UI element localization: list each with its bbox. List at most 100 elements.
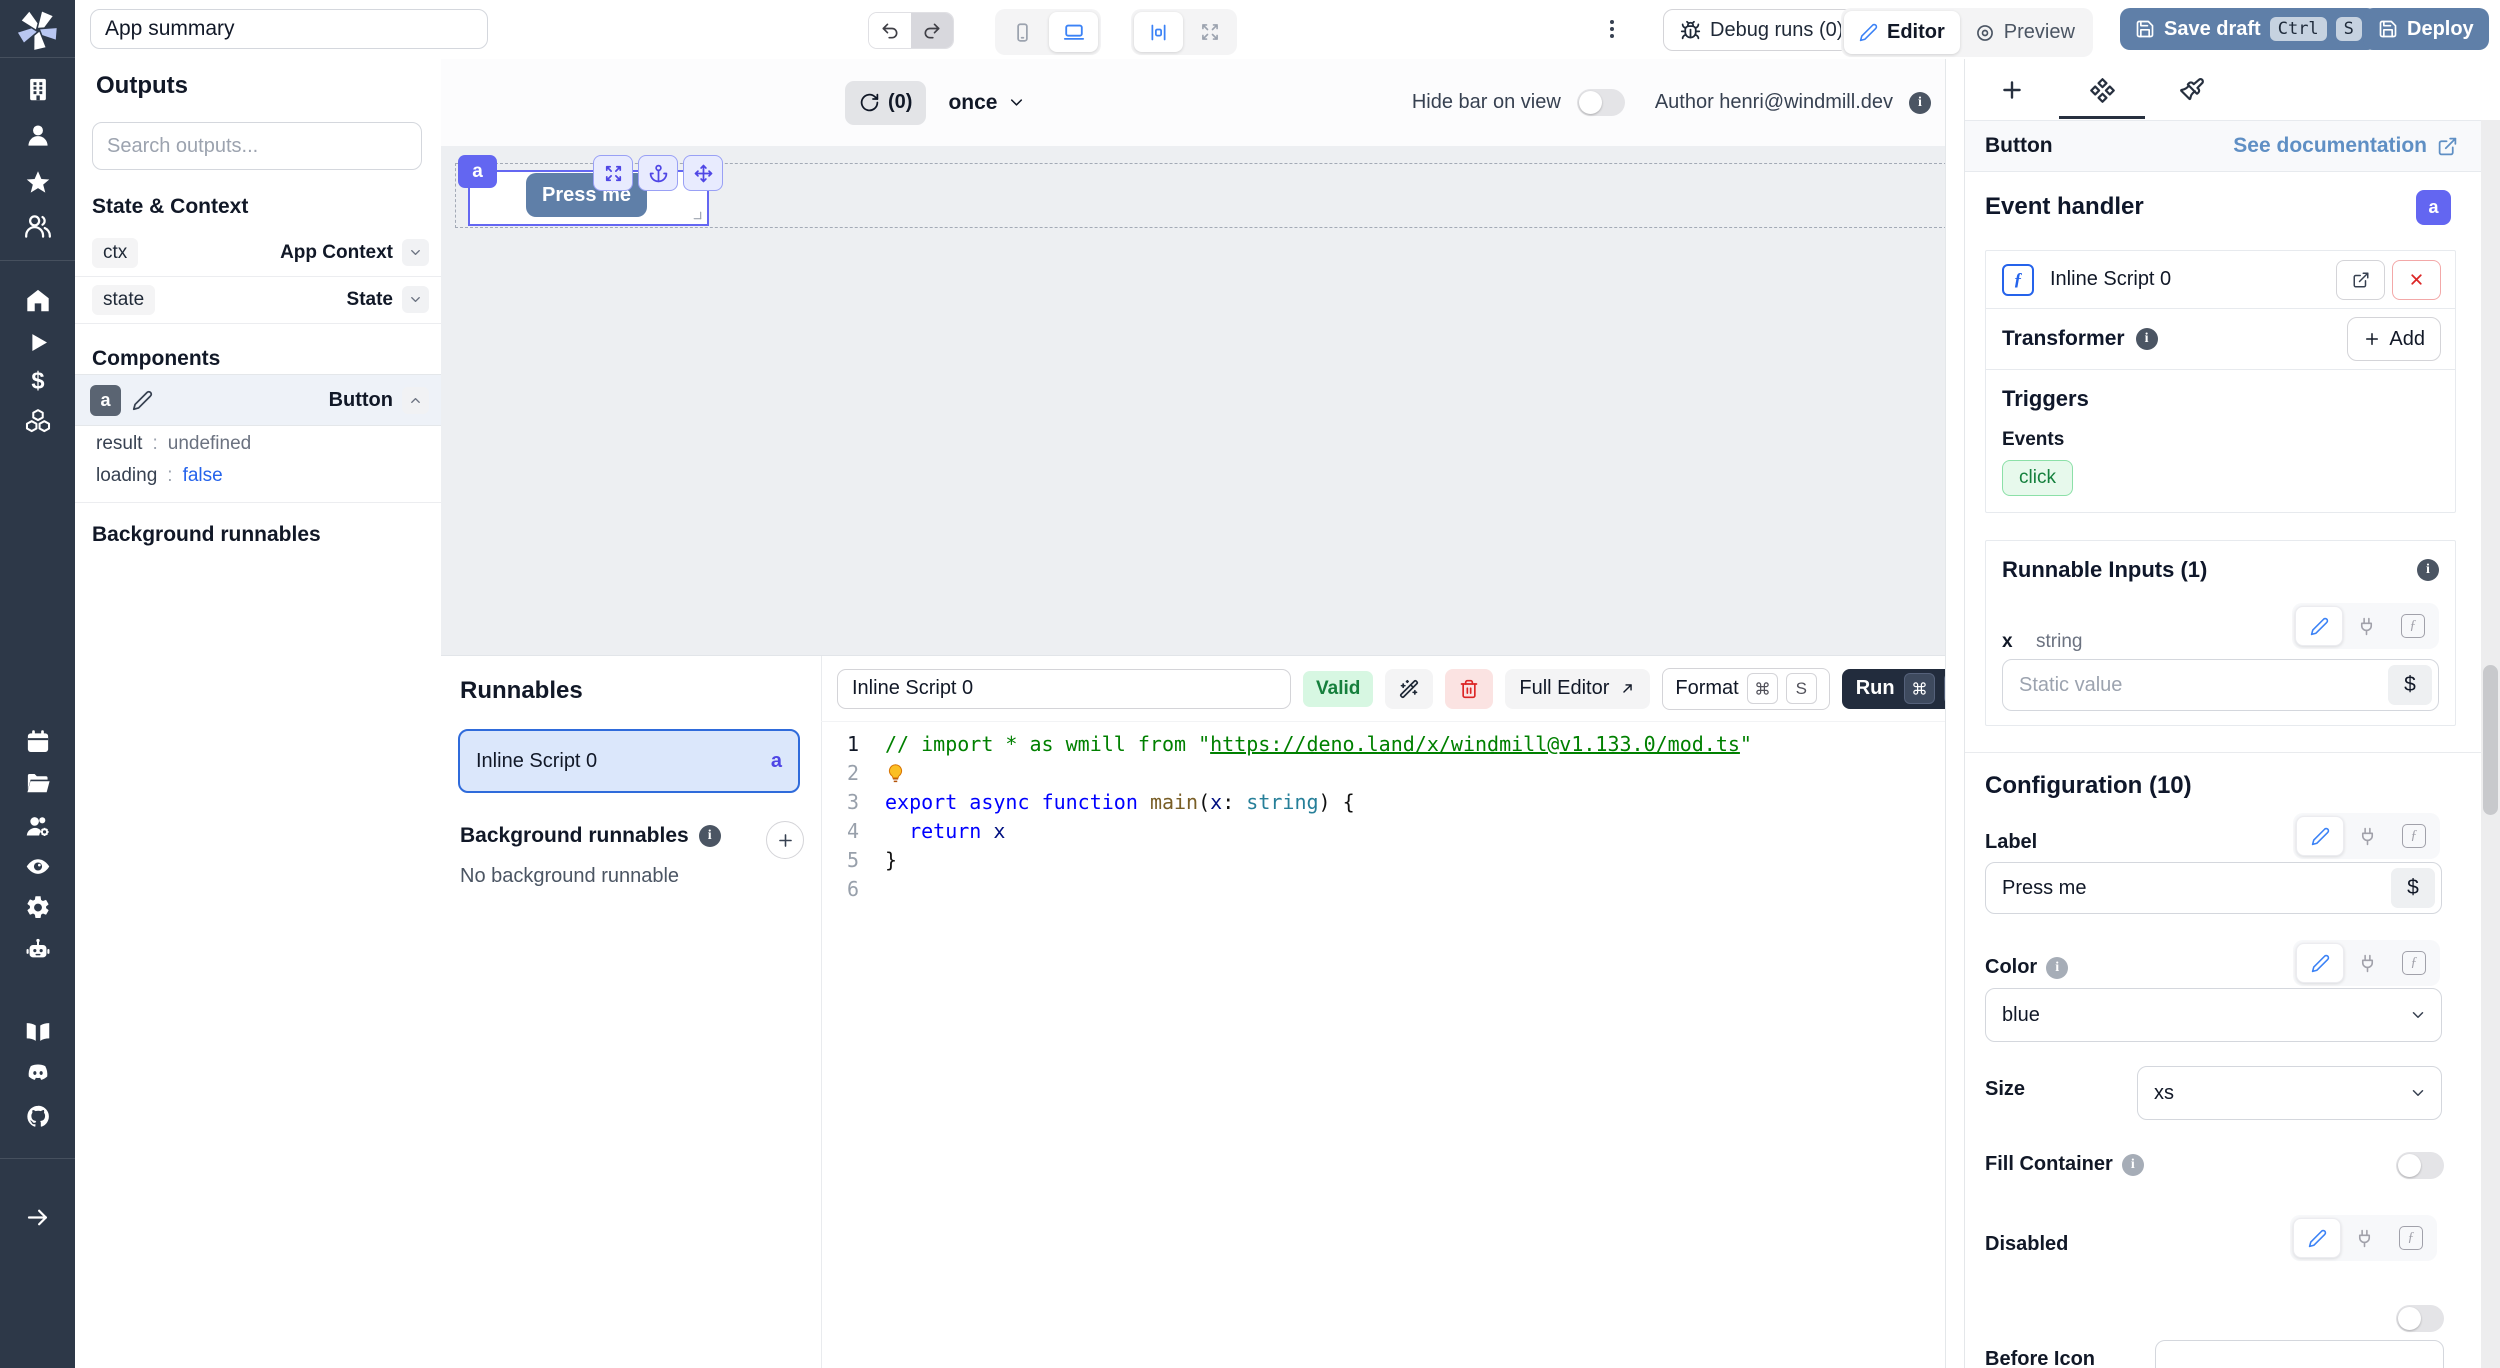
- label-value: Press me: [2002, 877, 2086, 900]
- redo-button[interactable]: [911, 13, 953, 48]
- see-documentation-link[interactable]: See documentation: [2233, 134, 2458, 158]
- expression-mode-button[interactable]: ƒ: [2391, 816, 2437, 856]
- hide-bar-toggle[interactable]: [1577, 89, 1625, 116]
- deploy-button[interactable]: Deploy: [2363, 8, 2489, 50]
- open-script-button[interactable]: [2336, 260, 2385, 300]
- tab-component-settings-active[interactable]: [2079, 67, 2125, 113]
- save-draft-button[interactable]: Save draft Ctrl S: [2120, 8, 2377, 50]
- windmill-logo-icon[interactable]: [16, 8, 60, 57]
- command-icon: [1912, 681, 1927, 696]
- runs-play-icon[interactable]: [24, 329, 51, 361]
- connect-mode-button[interactable]: [2341, 1218, 2387, 1258]
- resources-boxes-icon[interactable]: [24, 407, 51, 434]
- author-info-icon[interactable]: i: [1909, 92, 1931, 114]
- format-button[interactable]: Format S: [1662, 668, 1829, 710]
- favorites-star-icon[interactable]: [24, 169, 51, 201]
- result-row: result : undefined: [96, 433, 251, 455]
- static-value-field[interactable]: Static value $: [2002, 659, 2439, 711]
- github-icon[interactable]: [24, 1103, 51, 1135]
- ctx-row[interactable]: ctx App Context: [75, 229, 441, 277]
- disabled-toggle[interactable]: [2396, 1305, 2444, 1332]
- color-info-icon[interactable]: i: [2046, 957, 2068, 979]
- resize-handle-icon[interactable]: [689, 207, 703, 221]
- undo-button[interactable]: [869, 13, 911, 48]
- size-select[interactable]: xs: [2137, 1066, 2442, 1120]
- template-dollar-button[interactable]: $: [2388, 665, 2432, 705]
- audit-eye-icon[interactable]: [24, 853, 51, 885]
- ai-assist-button[interactable]: [1385, 669, 1433, 709]
- ai-robot-icon[interactable]: [24, 936, 51, 968]
- expression-mode-button[interactable]: ƒ: [2391, 943, 2437, 983]
- app-canvas[interactable]: a Press me: [441, 146, 1945, 655]
- expression-mode-button[interactable]: ƒ: [2390, 606, 2436, 646]
- background-runnables-info-icon[interactable]: i: [699, 825, 721, 847]
- full-editor-button[interactable]: Full Editor: [1505, 669, 1650, 709]
- scrollbar-thumb[interactable]: [2483, 665, 2498, 815]
- refresh-button[interactable]: (0): [845, 81, 926, 125]
- fill-container-toggle[interactable]: [2396, 1152, 2444, 1179]
- static-mode-button[interactable]: [2295, 606, 2343, 646]
- expression-mode-button[interactable]: ƒ: [2388, 1218, 2434, 1258]
- runnable-item-selected[interactable]: Inline Script 0 a: [458, 729, 800, 793]
- debug-runs-button[interactable]: Debug runs (0): [1663, 9, 1860, 51]
- tab-insert-component[interactable]: [1989, 67, 2035, 113]
- script-name-input[interactable]: [837, 669, 1291, 709]
- before-icon-field[interactable]: [2155, 1340, 2444, 1368]
- add-transformer-button[interactable]: Add: [2347, 317, 2441, 361]
- component-id-tab[interactable]: a: [458, 155, 497, 188]
- transformer-info-icon[interactable]: i: [2136, 328, 2158, 350]
- desktop-view-button[interactable]: [1049, 12, 1098, 52]
- code-editor[interactable]: 1// import * as wmill from "https://deno…: [821, 730, 1945, 1368]
- add-background-runnable-button[interactable]: [766, 821, 804, 859]
- component-collapse-button[interactable]: [402, 387, 429, 414]
- component-move-button[interactable]: [683, 155, 723, 191]
- collapse-arrow-icon[interactable]: [24, 1204, 51, 1231]
- component-a-row[interactable]: a Button: [75, 374, 441, 426]
- connect-mode-button[interactable]: [2344, 943, 2390, 983]
- tab-styling[interactable]: [2169, 67, 2215, 113]
- components-heading: Components: [92, 347, 220, 371]
- groups-settings-icon[interactable]: [24, 813, 51, 845]
- app-summary-input[interactable]: [90, 9, 488, 49]
- connect-mode-button[interactable]: [2344, 816, 2390, 856]
- color-select[interactable]: blue: [1985, 988, 2442, 1042]
- ctx-expand-button[interactable]: [402, 239, 429, 266]
- remove-script-button[interactable]: [2392, 260, 2441, 300]
- component-anchor-button[interactable]: [638, 155, 678, 191]
- external-link-icon: [2437, 136, 2458, 157]
- label-value-field[interactable]: Press me $: [1985, 862, 2442, 914]
- state-row[interactable]: state State: [75, 276, 441, 324]
- expand-icon: [604, 164, 623, 183]
- static-mode-button[interactable]: [2293, 1218, 2341, 1258]
- workspace-icon[interactable]: [24, 76, 51, 108]
- component-expand-button[interactable]: [593, 155, 633, 191]
- frequency-dropdown[interactable]: once: [948, 91, 1026, 115]
- state-expand-button[interactable]: [402, 286, 429, 313]
- delete-script-button[interactable]: [1445, 669, 1493, 709]
- settings-gear-icon[interactable]: [24, 894, 51, 926]
- tab-editor[interactable]: Editor: [1844, 11, 1960, 54]
- docs-book-icon[interactable]: [24, 1018, 51, 1050]
- fullwidth-layout-button[interactable]: [1185, 12, 1234, 52]
- search-outputs-input[interactable]: [92, 122, 422, 170]
- discord-icon[interactable]: [24, 1060, 51, 1092]
- home-icon[interactable]: [24, 287, 51, 319]
- schedules-calendar-icon[interactable]: [24, 728, 51, 760]
- rename-pencil-button[interactable]: [132, 390, 153, 411]
- variables-dollar-icon[interactable]: $: [24, 368, 51, 400]
- fill-container-info-icon[interactable]: i: [2122, 1154, 2144, 1176]
- tab-preview[interactable]: Preview: [1960, 11, 2090, 54]
- folders-icon[interactable]: [24, 770, 51, 802]
- user-icon[interactable]: [24, 122, 51, 154]
- connect-mode-button[interactable]: [2343, 606, 2389, 646]
- centered-layout-button[interactable]: [1134, 12, 1183, 52]
- static-mode-button[interactable]: [2296, 943, 2344, 983]
- runnable-inputs-info-icon[interactable]: i: [2417, 559, 2439, 581]
- template-dollar-button[interactable]: $: [2391, 868, 2435, 908]
- editor-preview-toggle: Editor Preview: [1841, 8, 2093, 57]
- static-mode-button[interactable]: [2296, 816, 2344, 856]
- groups-icon[interactable]: [24, 213, 51, 240]
- panel-resizer[interactable]: [1945, 59, 1965, 1368]
- mobile-view-button[interactable]: [998, 12, 1047, 52]
- more-options-kebab-button[interactable]: [1600, 17, 1624, 46]
